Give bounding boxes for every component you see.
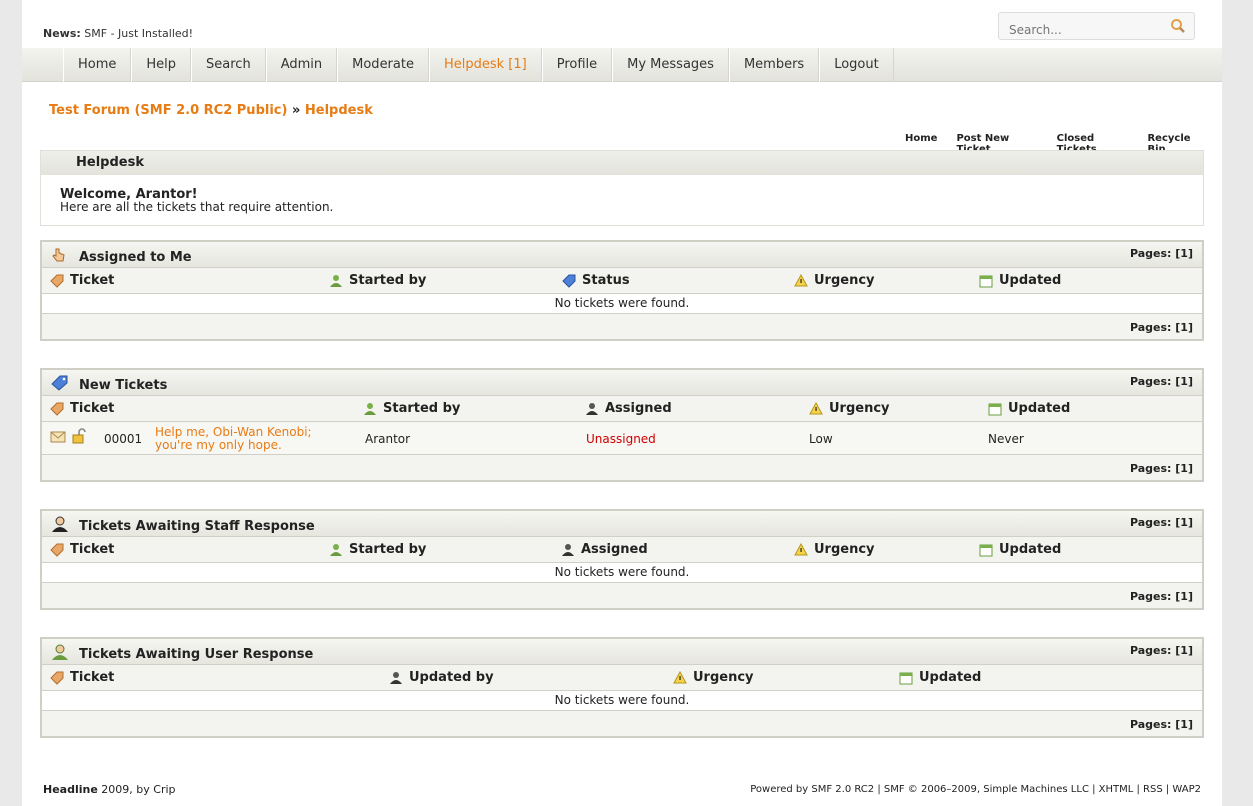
col-updated[interactable]: Updated [899, 670, 981, 685]
nav-help[interactable]: Help [131, 48, 192, 82]
pages-top[interactable]: Pages: [1] [1130, 516, 1193, 529]
breadcrumb: Test Forum (SMF 2.0 RC2 Public) » Helpde… [49, 103, 373, 118]
col-ticket[interactable]: Ticket [50, 542, 114, 557]
footer-theme-name: Headline [43, 783, 98, 796]
staff-icon [51, 516, 69, 536]
empty-message: No tickets were found. [42, 294, 1202, 314]
tag-icon [50, 671, 64, 685]
footer-credits: Headline 2009, by Crip [43, 783, 176, 796]
calendar-icon [979, 544, 993, 556]
col-updated[interactable]: Updated [988, 401, 1070, 416]
search-icon[interactable] [1170, 18, 1186, 38]
news-text: SMF - Just Installed! [84, 27, 194, 40]
page-wrapper: News: SMF - Just Installed! Home Help Se… [22, 0, 1222, 806]
warning-icon [673, 670, 687, 683]
ticket-updated: Never [988, 432, 1024, 446]
col-ticket[interactable]: Ticket [50, 670, 114, 685]
pages-top[interactable]: Pages: [1] [1130, 375, 1193, 388]
staff-response-table: Tickets Awaiting Staff Response Pages: [… [40, 509, 1204, 610]
empty-message: No tickets were found. [42, 691, 1202, 711]
breadcrumb-helpdesk[interactable]: Helpdesk [305, 103, 373, 118]
col-started-by[interactable]: Started by [329, 273, 426, 288]
pages-top[interactable]: Pages: [1] [1130, 644, 1193, 657]
helpdesk-panel: Helpdesk Welcome, Arantor! Here are all … [40, 150, 1204, 226]
footer-theme-author: 2009, by Crip [101, 783, 176, 796]
col-ticket[interactable]: Ticket [50, 273, 114, 288]
pages-bottom[interactable]: Pages: [1] [1130, 462, 1193, 475]
col-started-by[interactable]: Started by [363, 401, 460, 416]
nav-profile[interactable]: Profile [541, 48, 613, 82]
new-ticket-tag-icon [51, 375, 69, 395]
warning-icon [794, 542, 808, 555]
user-response-table: Tickets Awaiting User Response Pages: [1… [40, 637, 1204, 738]
calendar-icon [899, 672, 913, 684]
ticket-assigned: Unassigned [586, 432, 656, 446]
new-tickets-table: New Tickets Pages: [1] Ticket Started by… [40, 368, 1204, 482]
nav-moderate[interactable]: Moderate [337, 48, 429, 82]
news-bar: News: SMF - Just Installed! [43, 27, 193, 40]
unread-envelope-icon [50, 429, 66, 446]
pages-bottom[interactable]: Pages: [1] [1130, 590, 1193, 603]
search-box [998, 12, 1195, 40]
col-updated[interactable]: Updated [979, 273, 1061, 288]
table-row: 00001 Help me, Obi-Wan Kenobi; you're my … [42, 422, 1202, 455]
unlocked-icon [71, 428, 87, 447]
section-title: Tickets Awaiting User Response [79, 647, 314, 662]
breadcrumb-forum[interactable]: Test Forum (SMF 2.0 RC2 Public) [49, 103, 287, 118]
pages-bottom[interactable]: Pages: [1] [1130, 321, 1193, 334]
status-tag-icon [562, 274, 576, 288]
tag-icon [50, 402, 64, 416]
tag-icon [50, 274, 64, 288]
col-updated[interactable]: Updated [979, 542, 1061, 557]
nav-my-messages[interactable]: My Messages [612, 48, 729, 82]
col-assigned[interactable]: Assigned [561, 542, 648, 557]
news-label: News: [43, 27, 81, 40]
col-urgency[interactable]: Urgency [809, 401, 890, 416]
ticket-id: 00001 [104, 432, 143, 446]
nav-admin[interactable]: Admin [265, 48, 338, 82]
staff-icon [586, 402, 598, 415]
section-title: New Tickets [79, 378, 168, 393]
col-status[interactable]: Status [562, 273, 630, 288]
pages-bottom[interactable]: Pages: [1] [1130, 718, 1193, 731]
col-urgency[interactable]: Urgency [794, 542, 875, 557]
col-started-by[interactable]: Started by [329, 542, 426, 557]
ticket-started-by[interactable]: Arantor [365, 432, 410, 446]
welcome-message: Here are all the tickets that require at… [60, 200, 334, 214]
warning-icon [794, 273, 808, 286]
ticket-urgency: Low [809, 432, 833, 446]
nav-home[interactable]: Home [63, 48, 132, 82]
helpdesk-title: Helpdesk [41, 151, 1203, 175]
footer-powered-by[interactable]: Powered by SMF 2.0 RC2 | SMF © 2006–2009… [750, 784, 1201, 795]
main-nav: Home Help Search Admin Moderate Helpdesk… [22, 48, 1222, 82]
warning-icon [809, 401, 823, 414]
col-urgency[interactable]: Urgency [794, 273, 875, 288]
staff-icon [562, 543, 574, 556]
nav-search[interactable]: Search [191, 48, 266, 82]
tag-icon [50, 543, 64, 557]
staff-icon [390, 671, 402, 684]
search-input[interactable] [1009, 14, 1169, 40]
ticket-subject[interactable]: Help me, Obi-Wan Kenobi; you're my only h… [155, 426, 312, 452]
empty-message: No tickets were found. [42, 563, 1202, 583]
pages-top[interactable]: Pages: [1] [1130, 247, 1193, 260]
assigned-table: Assigned to Me Pages: [1] Ticket Started… [40, 240, 1204, 341]
nav-members[interactable]: Members [728, 48, 820, 82]
user-icon [364, 402, 376, 415]
col-urgency[interactable]: Urgency [673, 670, 754, 685]
breadcrumb-separator: » [291, 103, 301, 118]
section-title: Assigned to Me [79, 250, 192, 265]
calendar-icon [979, 275, 993, 287]
hand-icon [51, 247, 67, 267]
user-icon [51, 644, 69, 664]
nav-logout[interactable]: Logout [819, 48, 894, 82]
col-updated-by[interactable]: Updated by [389, 670, 494, 685]
col-assigned[interactable]: Assigned [585, 401, 672, 416]
user-icon [330, 274, 342, 287]
nav-helpdesk[interactable]: Helpdesk [1] [428, 48, 542, 82]
calendar-icon [988, 403, 1002, 415]
section-title: Tickets Awaiting Staff Response [79, 519, 315, 534]
user-icon [330, 543, 342, 556]
col-ticket[interactable]: Ticket [50, 401, 114, 416]
